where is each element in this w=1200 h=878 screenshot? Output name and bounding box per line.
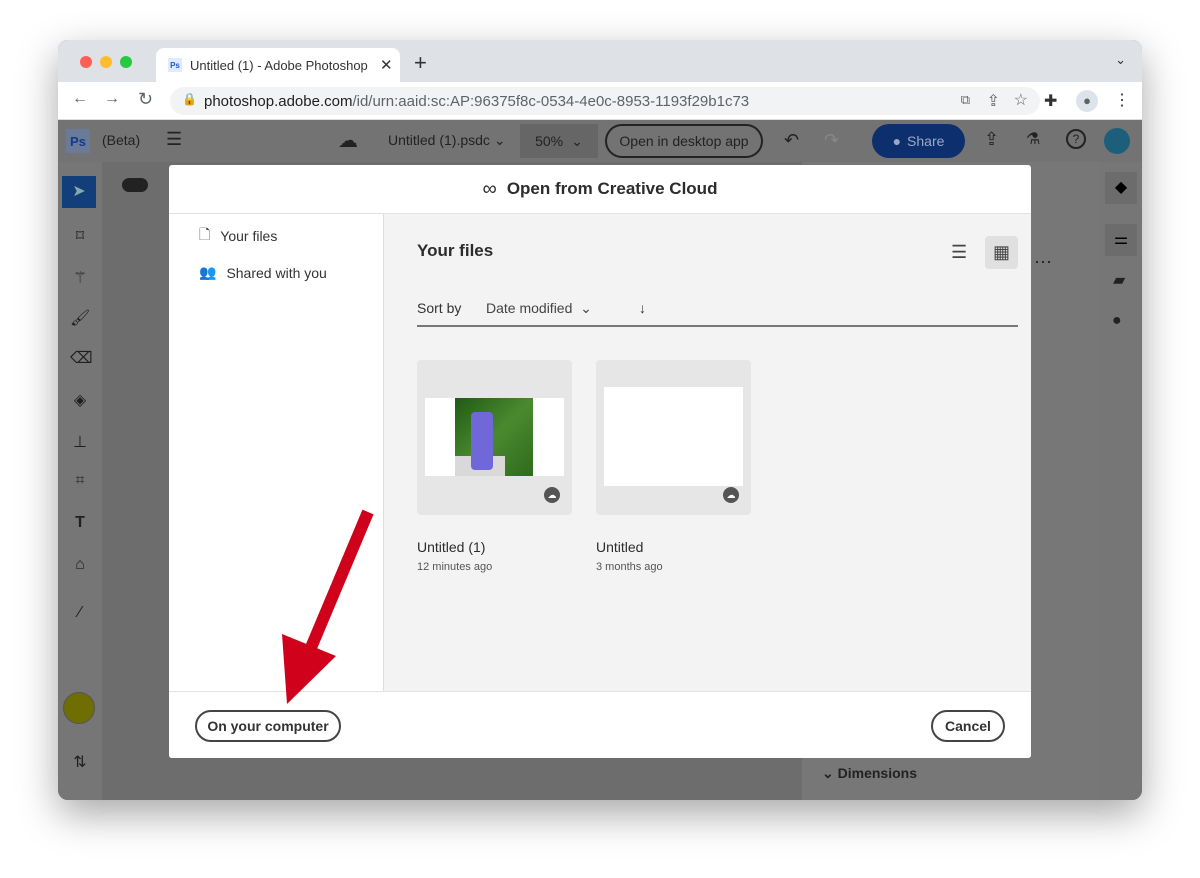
red-arrow-annotation <box>282 509 374 704</box>
arrow-shaft <box>304 509 374 653</box>
